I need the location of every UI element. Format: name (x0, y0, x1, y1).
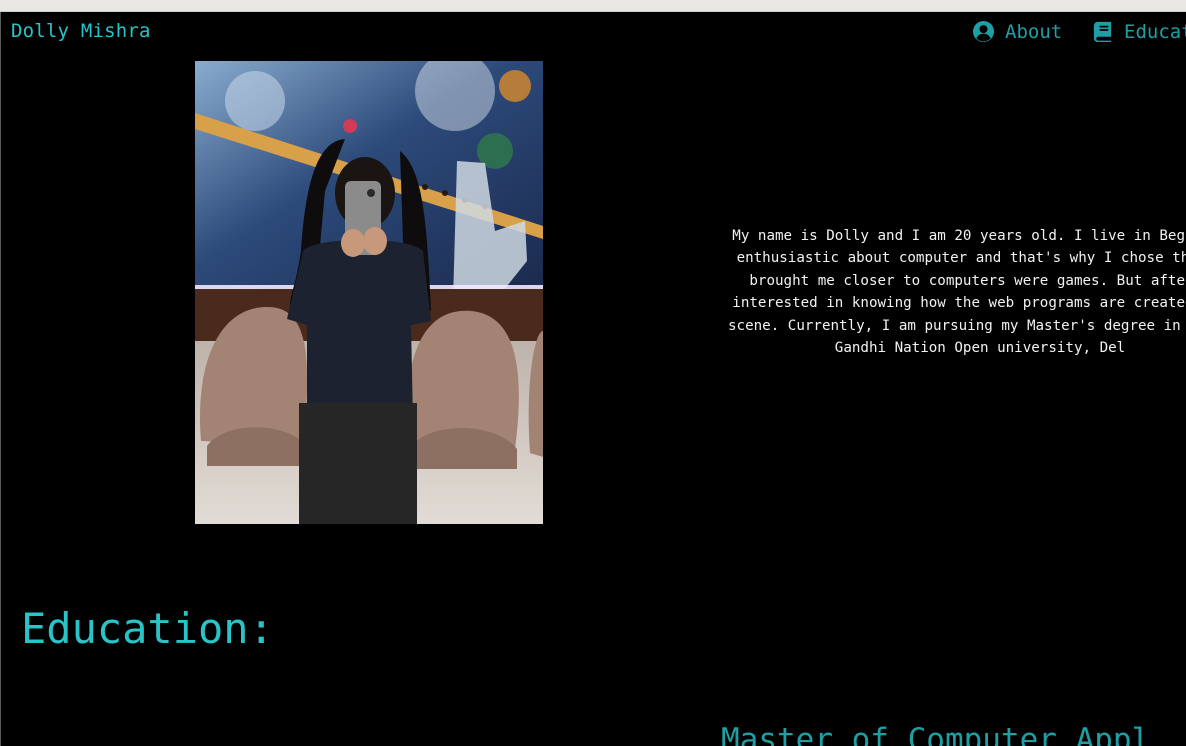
nav-item-education[interactable]: Educat (1091, 20, 1186, 43)
about-line: enthusiastic about computer and that's w… (736, 250, 1186, 267)
browser-chrome-strip (0, 0, 1186, 12)
brand-name[interactable]: Dolly Mishra (11, 20, 151, 42)
nav-item-about[interactable]: About (972, 20, 1062, 43)
page-edge-divider (0, 12, 1, 746)
book-icon (1091, 20, 1114, 43)
about-paragraph: My name is Dolly and I am 20 years old. … (700, 225, 1186, 359)
degree-title: Master of Computer Appl (721, 722, 1151, 746)
about-line: interested in knowing how the web progra… (732, 295, 1186, 312)
user-circle-icon (972, 20, 995, 43)
nav-item-about-label: About (1005, 20, 1063, 43)
about-line: My name is Dolly and I am 20 years old. … (732, 228, 1186, 244)
about-line: Gandhi Nation Open university, Del (834, 340, 1126, 357)
nav-item-education-label: Educat (1124, 20, 1186, 43)
about-line: brought me closer to computers were game… (749, 272, 1186, 289)
profile-photo (195, 61, 543, 524)
education-heading: Education: (21, 604, 274, 653)
about-line: scene. Currently, I am pursuing my Maste… (728, 317, 1186, 334)
